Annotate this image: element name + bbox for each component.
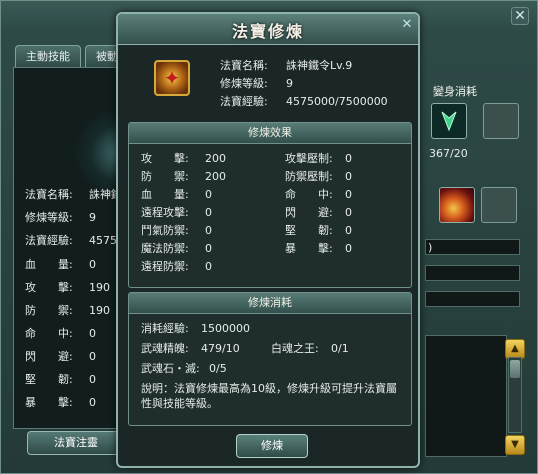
stat-row: 堅 韌: 0 xyxy=(25,373,96,386)
effect-row: 遠程攻擊: 0 xyxy=(141,206,212,219)
empty-item-slot[interactable] xyxy=(483,103,519,139)
effect-row: 攻擊壓制: 0 xyxy=(285,152,352,165)
inject-spirit-button[interactable]: 法寶注靈 xyxy=(27,431,125,455)
stat-row: 閃 避: 0 xyxy=(25,350,96,363)
stat-row: 法寶名稱: 誅神鐵 xyxy=(25,188,122,201)
artifact-cultivation-dialog: 法寶修煉 ✕ ✦ 法寶名稱: 誅神鐵令Lv.9 修煉等級: 9 法寶經驗: 45750… xyxy=(116,12,420,468)
cost-king-row: 白魂之王: 0/1 xyxy=(271,342,349,355)
effect-header: 修煉效果 xyxy=(129,123,411,144)
stat-row: 法寶經驗: 45750 xyxy=(25,234,124,247)
stat-row: 攻 擊: 190 xyxy=(25,281,110,294)
effect-row: 鬥氣防禦: 0 xyxy=(141,224,212,237)
effect-row: 防 禦: 200 xyxy=(141,170,226,183)
close-icon[interactable]: ✕ xyxy=(511,7,529,25)
cost-header: 修煉消耗 xyxy=(129,293,411,314)
cost-soul-row: 武魂精魄: 479/10 xyxy=(141,342,240,355)
artifact-icon: ✦ xyxy=(154,60,190,96)
stat-row: 修煉等級: 9 xyxy=(25,211,96,224)
gem-item-icon[interactable] xyxy=(431,103,467,139)
close-icon[interactable]: ✕ xyxy=(400,18,414,32)
stat-row: 命 中: 0 xyxy=(25,327,96,340)
scrollbar[interactable] xyxy=(508,357,522,433)
item-info-row: 法寶名稱: 誅神鐵令Lv.9 xyxy=(220,59,353,72)
cultivate-button[interactable]: 修煉 xyxy=(236,434,308,458)
fire-item-icon[interactable] xyxy=(439,187,475,223)
tab-active-skills[interactable]: 主動技能 xyxy=(15,45,81,68)
transform-cost-title: 變身消耗 xyxy=(433,85,477,98)
scroll-down-icon[interactable]: ▼ xyxy=(505,435,525,455)
info-field xyxy=(425,291,520,307)
dialog-title-bar: 法寶修煉 ✕ xyxy=(118,14,418,45)
item-info-row: 修煉等級: 9 xyxy=(220,77,293,90)
scroll-up-icon[interactable]: ▲ xyxy=(505,339,525,359)
gem-count: 367/20 xyxy=(429,147,468,160)
effect-section: 修煉效果 攻 擊: 200 防 禦: 200 血 量: 0 遠程攻擊: 0 鬥氣防禦: 0… xyxy=(128,122,412,288)
stat-row: 防 禦: 190 xyxy=(25,304,110,317)
info-field: ) xyxy=(425,239,520,255)
description-scroll-box[interactable] xyxy=(425,335,507,457)
effect-row: 堅 韌: 0 xyxy=(285,224,352,237)
item-info-row: 法寶經驗: 4575000/7500000 xyxy=(220,95,388,108)
effect-row: 攻 擊: 200 xyxy=(141,152,226,165)
cost-stone-row: 武魂石・滅: 0/5 xyxy=(141,362,227,375)
effect-row: 魔法防禦: 0 xyxy=(141,242,212,255)
effect-row: 暴 擊: 0 xyxy=(285,242,352,255)
stat-row: 血 量: 0 xyxy=(25,258,96,271)
scrollbar-thumb[interactable] xyxy=(510,360,520,378)
dialog-title: 法寶修煉 xyxy=(231,22,304,41)
info-field xyxy=(425,265,520,281)
stat-row: 暴 擊: 0 xyxy=(25,396,96,409)
effect-row: 閃 避: 0 xyxy=(285,206,352,219)
cultivation-note: 說明：法寶修煉最高為10級，修煉升級可提升法寶屬性與技能等級。 xyxy=(141,382,397,410)
effect-row: 血 量: 0 xyxy=(141,188,212,201)
skill-tabs: 主動技能 被動 xyxy=(15,45,129,68)
empty-item-slot[interactable] xyxy=(481,187,517,223)
effect-row: 遠程防禦: 0 xyxy=(141,260,212,273)
cost-exp-row: 消耗經驗: 1500000 xyxy=(141,322,250,335)
cost-section: 修煉消耗 消耗經驗: 1500000 武魂精魄: 479/10 白魂之王: 0/1 武… xyxy=(128,292,412,426)
effect-row: 命 中: 0 xyxy=(285,188,352,201)
effect-row: 防禦壓制: 0 xyxy=(285,170,352,183)
artifact-emblem-icon: ✦ xyxy=(163,66,181,90)
